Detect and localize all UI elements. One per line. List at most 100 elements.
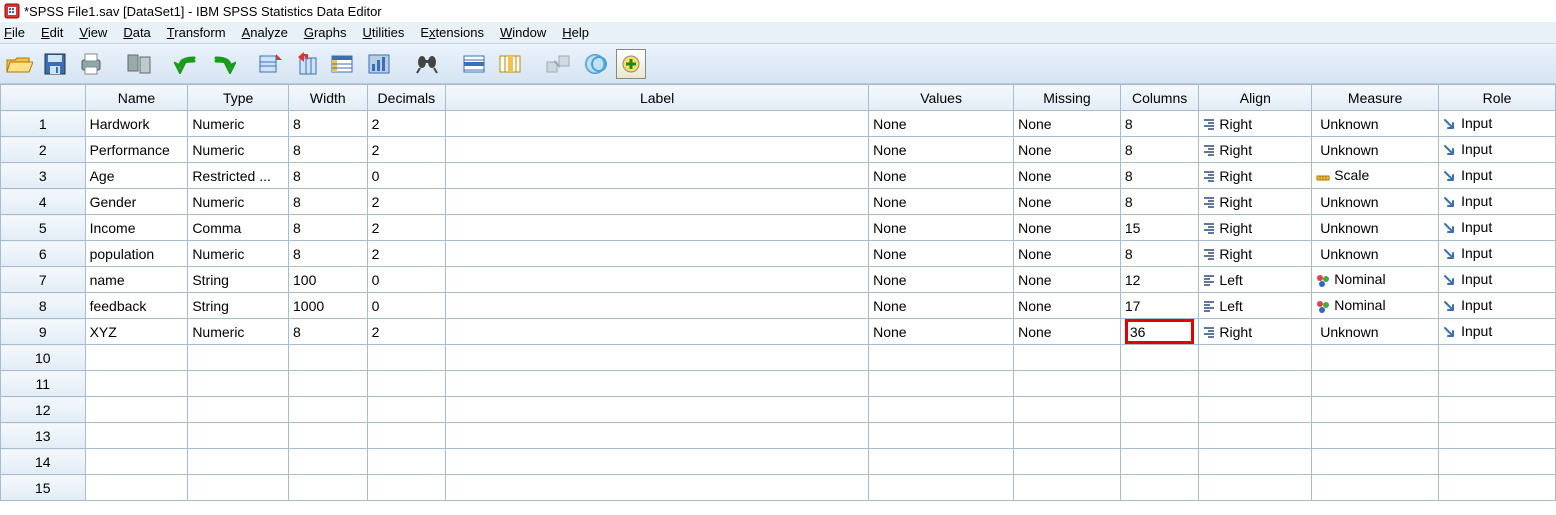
row-header[interactable]: 1 [1,111,86,137]
table-row[interactable]: 5IncomeComma82NoneNone15RightUnknownInpu… [1,215,1556,241]
table-row-empty[interactable]: 14 [1,449,1556,475]
cell-values[interactable]: None [869,189,1014,215]
cell-type[interactable]: Numeric [188,111,289,137]
cell-decimals[interactable]: 0 [367,293,446,319]
cell-align[interactable]: Left [1199,293,1312,319]
variable-view-grid[interactable]: Name Type Width Decimals Label Values Mi… [0,84,1556,501]
cell-values[interactable]: None [869,137,1014,163]
cell-missing[interactable]: None [1014,111,1121,137]
menu-utilities[interactable]: Utilities [362,25,404,40]
cell-measure[interactable]: Unknown [1312,241,1439,267]
cell-label[interactable] [446,111,869,137]
cell-name[interactable]: population [85,241,188,267]
cell-missing[interactable]: None [1014,189,1121,215]
select-cases-icon[interactable] [616,49,646,79]
cell-measure[interactable]: Unknown [1312,137,1439,163]
insert-variable-icon[interactable] [496,49,526,79]
row-header[interactable]: 6 [1,241,86,267]
cell-type[interactable]: Numeric [188,189,289,215]
cell-values[interactable]: None [869,319,1014,345]
table-row-empty[interactable]: 13 [1,423,1556,449]
cell-values[interactable]: None [869,293,1014,319]
table-row-empty[interactable]: 15 [1,475,1556,501]
table-row[interactable]: 7nameString1000NoneNone12LeftNominalInpu… [1,267,1556,293]
menu-file[interactable]: File [4,25,25,40]
cell-name[interactable]: feedback [85,293,188,319]
menu-analyze[interactable]: Analyze [242,25,288,40]
cell-decimals[interactable]: 0 [367,163,446,189]
col-header-measure[interactable]: Measure [1312,85,1439,111]
variables-icon[interactable] [328,49,358,79]
cell-name[interactable]: Gender [85,189,188,215]
row-header[interactable]: 14 [1,449,86,475]
cell-missing[interactable]: None [1014,319,1121,345]
cell-role[interactable]: Input [1439,189,1556,215]
table-row[interactable]: 8feedbackString10000NoneNone17LeftNomina… [1,293,1556,319]
cell-measure[interactable]: Unknown [1312,215,1439,241]
cell-decimals[interactable]: 2 [367,111,446,137]
split-file-icon[interactable] [544,49,574,79]
col-header-columns[interactable]: Columns [1120,85,1199,111]
row-header[interactable]: 4 [1,189,86,215]
row-header[interactable]: 13 [1,423,86,449]
goto-variable-icon[interactable] [292,49,322,79]
cell-decimals[interactable]: 2 [367,241,446,267]
cell-decimals[interactable]: 2 [367,189,446,215]
cell-measure[interactable]: Unknown [1312,189,1439,215]
cell-width[interactable]: 8 [289,111,368,137]
col-header-name[interactable]: Name [85,85,188,111]
goto-case-icon[interactable] [256,49,286,79]
cell-missing[interactable]: None [1014,241,1121,267]
menu-help[interactable]: Help [562,25,589,40]
weight-cases-icon[interactable] [580,49,610,79]
col-header-missing[interactable]: Missing [1014,85,1121,111]
menu-extensions[interactable]: Extensions [420,25,484,40]
table-row[interactable]: 4GenderNumeric82NoneNone8RightUnknownInp… [1,189,1556,215]
cell-name[interactable]: XYZ [85,319,188,345]
menu-window[interactable]: Window [500,25,546,40]
cell-measure[interactable]: Unknown [1312,111,1439,137]
cell-label[interactable] [446,319,869,345]
undo-icon[interactable] [172,49,202,79]
cell-role[interactable]: Input [1439,163,1556,189]
cell-missing[interactable]: None [1014,215,1121,241]
cell-width[interactable]: 8 [289,215,368,241]
cell-values[interactable]: None [869,241,1014,267]
col-header-decimals[interactable]: Decimals [367,85,446,111]
cell-columns[interactable]: 8 [1120,163,1199,189]
cell-type[interactable]: Comma [188,215,289,241]
row-header[interactable]: 8 [1,293,86,319]
cell-name[interactable]: Income [85,215,188,241]
cell-columns[interactable]: 36 [1120,319,1199,345]
cell-values[interactable]: None [869,215,1014,241]
cell-role[interactable]: Input [1439,215,1556,241]
row-header[interactable]: 2 [1,137,86,163]
cell-columns[interactable]: 8 [1120,189,1199,215]
cell-label[interactable] [446,267,869,293]
cell-columns[interactable]: 8 [1120,137,1199,163]
cell-role[interactable]: Input [1439,137,1556,163]
row-header[interactable]: 9 [1,319,86,345]
save-icon[interactable] [40,49,70,79]
insert-case-icon[interactable] [460,49,490,79]
cell-label[interactable] [446,293,869,319]
open-icon[interactable] [4,49,34,79]
cell-name[interactable]: Age [85,163,188,189]
redo-icon[interactable] [208,49,238,79]
cell-decimals[interactable]: 2 [367,319,446,345]
cell-align[interactable]: Right [1199,215,1312,241]
row-header[interactable]: 3 [1,163,86,189]
menu-transform[interactable]: Transform [167,25,226,40]
cell-role[interactable]: Input [1439,267,1556,293]
row-header[interactable]: 12 [1,397,86,423]
cell-missing[interactable]: None [1014,163,1121,189]
table-row[interactable]: 9XYZNumeric82NoneNone36RightUnknownInput [1,319,1556,345]
table-row-empty[interactable]: 12 [1,397,1556,423]
print-icon[interactable] [76,49,106,79]
cell-measure[interactable]: Nominal [1312,293,1439,319]
row-header[interactable]: 10 [1,345,86,371]
cell-decimals[interactable]: 2 [367,137,446,163]
menu-view[interactable]: View [79,25,107,40]
cell-role[interactable]: Input [1439,319,1556,345]
recall-dialog-icon[interactable] [124,49,154,79]
